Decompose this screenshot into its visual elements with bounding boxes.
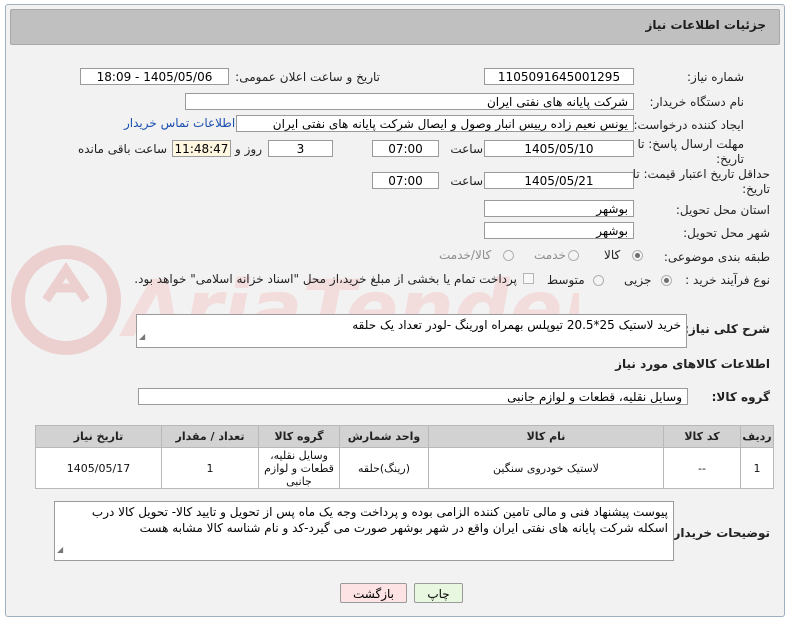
category-option-both: کالا/خدمت (439, 248, 492, 262)
contact-link[interactable]: اطلاعات تماس خریدار (124, 116, 235, 130)
category-label: طبقه بندی موضوعی: (663, 250, 770, 264)
table-header-row: ردیف کد کالا نام کالا واحد شمارش گروه کا… (35, 425, 774, 448)
category-option-goods: کالا (604, 248, 621, 262)
remaining-label: ساعت باقی مانده (77, 142, 167, 156)
col-header-row-number: ردیف (740, 425, 774, 448)
process-radio-medium[interactable] (593, 275, 604, 286)
resize-grip-icon: ◢ (139, 332, 146, 341)
col-header-group: گروه کالا (258, 425, 340, 448)
items-table: ردیف کد کالا نام کالا واحد شمارش گروه کا… (35, 425, 774, 489)
remaining-field: 11:48:47 (172, 140, 231, 157)
cell-group: وسایل نقلیه، قطعات و لوازم جانبی (258, 447, 340, 489)
city-field: بوشهر (484, 222, 634, 239)
cell-row-number: 1 (740, 447, 774, 489)
title-bar: جزئیات اطلاعات نیاز (10, 9, 780, 45)
resize-grip-icon: ◢ (57, 545, 64, 554)
days-field: 3 (268, 140, 333, 157)
page-title: جزئیات اطلاعات نیاز (645, 18, 766, 32)
days-label: روز و (235, 142, 262, 156)
col-header-date: تاریخ نیاز (35, 425, 162, 448)
col-header-code: کد کالا (663, 425, 741, 448)
print-button[interactable]: چاپ (414, 583, 463, 603)
col-header-quantity: تعداد / مقدار (161, 425, 259, 448)
payment-note: پرداخت تمام یا بخشی از مبلغ خرید،از محل … (134, 272, 517, 286)
deadline-time-field: 07:00 (372, 140, 439, 157)
summary-text: خرید لاستیک 25*20.5 تیوپلس بهمراه اورینگ… (352, 318, 681, 332)
validity-time-field: 07:00 (372, 172, 439, 189)
category-radio-both[interactable] (503, 250, 514, 261)
back-button[interactable]: بازگشت (340, 583, 407, 603)
summary-textarea[interactable]: خرید لاستیک 25*20.5 تیوپلس بهمراه اورینگ… (136, 314, 687, 348)
province-field: بوشهر (484, 200, 634, 217)
process-label: نوع فرآیند خرید : (685, 273, 770, 287)
table-row: 1 -- لاستیک خودروی سنگین (رینگ)حلقه وسای… (35, 447, 774, 489)
category-option-service: خدمت (534, 248, 566, 262)
cell-code: -- (663, 447, 741, 489)
cell-quantity: 1 (161, 447, 259, 489)
goods-group-label: گروه کالا: (711, 390, 770, 404)
buyer-notes-textarea[interactable]: پیوست پیشنهاد فنی و مالی تامین کننده الز… (54, 501, 674, 561)
process-option-medium: متوسط (547, 273, 585, 287)
category-radio-service[interactable] (568, 250, 579, 261)
announce-label: تاریخ و ساعت اعلان عمومی: (235, 70, 380, 84)
deadline-date-field: 1405/05/10 (484, 140, 634, 157)
province-label: استان محل تحویل: (675, 203, 770, 217)
buyer-org-field: شرکت پایانه های نفتی ایران (185, 93, 634, 110)
cell-name: لاستیک خودروی سنگین (428, 447, 664, 489)
need-number-field: 1105091645001295 (484, 68, 634, 85)
category-radio-goods[interactable] (632, 250, 643, 261)
col-header-name: نام کالا (428, 425, 664, 448)
goods-group-field: وسایل نقلیه، قطعات و لوازم جانبی (138, 388, 688, 405)
buyer-org-label: نام دستگاه خریدار: (649, 95, 745, 109)
process-option-minor: جزیی (624, 273, 652, 287)
deadline-label: مهلت ارسال پاسخ: تا تاریخ: (637, 137, 744, 166)
treasury-checkbox[interactable] (523, 273, 534, 284)
validity-time-label: ساعت (450, 174, 483, 188)
creator-field: یونس نعیم زاده رییس انبار وصول و ایصال ش… (236, 115, 634, 132)
col-header-unit: واحد شمارش (339, 425, 429, 448)
creator-label: ایجاد کننده درخواست: (633, 118, 744, 132)
validity-date-field: 1405/05/21 (484, 172, 634, 189)
validity-label: حداقل تاریخ اعتبار قیمت: تا تاریخ: (632, 167, 770, 196)
goods-section-title: اطلاعات کالاهای مورد نیاز (615, 357, 770, 371)
announce-field: 1405/05/06 - 18:09 (80, 68, 229, 85)
buyer-notes-text: پیوست پیشنهاد فنی و مالی تامین کننده الز… (91, 505, 668, 535)
cell-date: 1405/05/17 (35, 447, 162, 489)
deadline-time-label: ساعت (450, 142, 483, 156)
summary-label: شرح کلی نیاز: (684, 322, 770, 336)
need-number-label: شماره نیاز: (687, 70, 744, 84)
cell-unit: (رینگ)حلقه (339, 447, 429, 489)
buyer-notes-label: توضیحات خریدار: (668, 526, 770, 540)
city-label: شهر محل تحویل: (683, 226, 770, 240)
process-radio-minor[interactable] (661, 275, 672, 286)
